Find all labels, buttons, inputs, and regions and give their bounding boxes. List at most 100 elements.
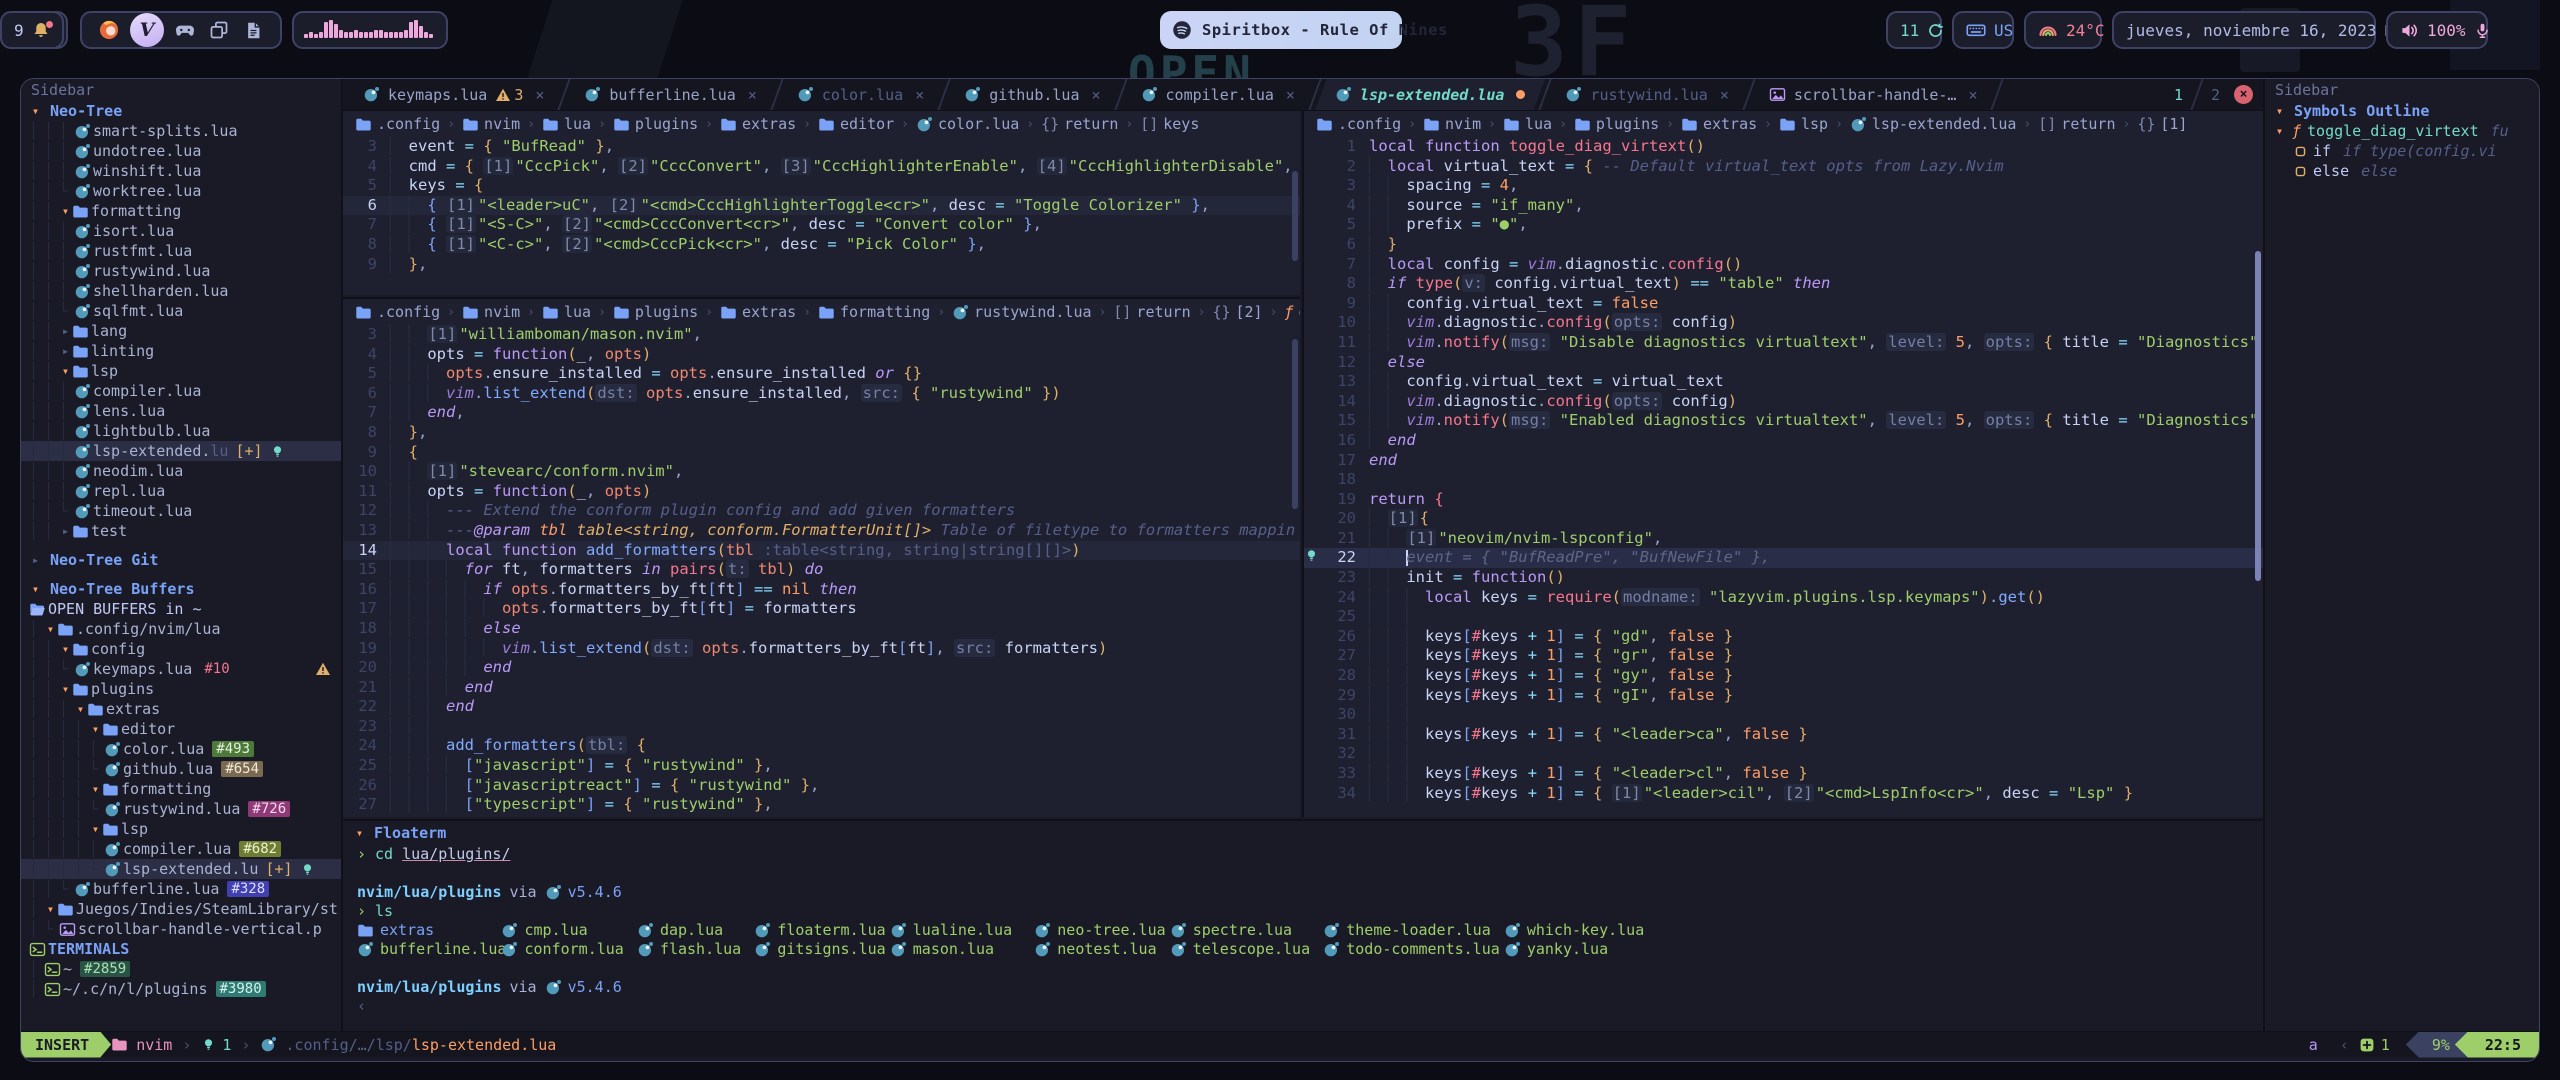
tree-row[interactable]: OPEN BUFFERS in ~ [21, 599, 341, 619]
chevron-down-icon[interactable]: ▾ [59, 204, 72, 218]
tab-lsp-extended-lua[interactable]: lsp-extended.lua [1315, 79, 1546, 110]
tree-row[interactable]: │▾Juegos/Indies/SteamLibrary/st [21, 899, 341, 919]
widget-updates[interactable]: 11 [1886, 11, 1942, 49]
breadcrumb-item[interactable]: formatting [818, 303, 930, 321]
chevron-down-icon[interactable]: ▾ [29, 104, 42, 118]
tree-row[interactable]: │││rustfmt.lua [21, 241, 341, 261]
tab-close-icon[interactable]: × [1968, 86, 1977, 104]
breadcrumb-item[interactable]: nvim [1423, 115, 1481, 133]
tab-close-icon[interactable]: × [1720, 86, 1729, 104]
dock-item-gamepad[interactable] [172, 17, 198, 43]
tree-row[interactable]: │││││compiler.lua#682 [21, 839, 341, 859]
tree-row[interactable]: │││smart-splits.lua [21, 121, 341, 141]
tab-scrollbar-handle-[interactable]: scrollbar-handle-…× [1749, 79, 1998, 110]
widget-audio[interactable]: 100% [2386, 11, 2488, 49]
chevron-right-icon[interactable]: ▸ [29, 553, 42, 567]
chevron-down-icon[interactable]: ▾ [89, 782, 102, 796]
chevron-down-icon[interactable]: ▾ [74, 702, 87, 716]
breadcrumb-item[interactable]: lua [542, 303, 591, 321]
breadcrumb-item[interactable]: []return [1113, 303, 1190, 321]
tree-row[interactable]: │~/.c/n/l/plugins#3980 [21, 979, 341, 999]
tree-row[interactable]: ││▸linting [21, 341, 341, 361]
tree-row[interactable]: ││└sqlfmt.lua [21, 301, 341, 321]
breadcrumb-item[interactable]: editor [818, 115, 894, 133]
outline-row[interactable]: elseelse [2265, 161, 2540, 181]
tab-rustywind-lua[interactable]: rustywind.lua× [1545, 79, 1748, 110]
tree-row[interactable]: ││││└github.lua#654 [21, 759, 341, 779]
tree-row[interactable]: ││└bufferline.lua#328 [21, 879, 341, 899]
chevron-down-icon[interactable]: ▾ [44, 902, 57, 916]
breadcrumb-item[interactable]: nvim [462, 115, 520, 133]
editor-pane-color-lua[interactable]: .config›nvim›lua›plugins›extras›editor›c… [343, 111, 1300, 295]
chevron-down-icon[interactable]: ▾ [2273, 104, 2286, 118]
chevron-down-icon[interactable]: ▾ [89, 722, 102, 736]
tree-row[interactable]: │││▾extras [21, 699, 341, 719]
widget-weather[interactable]: 24°C [2024, 11, 2102, 49]
tree-row[interactable]: ││▾formatting [21, 201, 341, 221]
tab-close-icon[interactable]: × [535, 86, 544, 104]
tab-keymaps-lua[interactable]: keymaps.lua3× [343, 79, 564, 110]
chevron-down-icon[interactable]: ▾ [353, 826, 366, 840]
breadcrumb-item[interactable]: {}return [1041, 115, 1118, 133]
breadcrumb-item[interactable]: plugins [1574, 115, 1659, 133]
chevron-down-icon[interactable]: ▾ [89, 822, 102, 836]
tree-row[interactable]: │~#2859 [21, 959, 341, 979]
tree-row[interactable]: │││repl.lua [21, 481, 341, 501]
breadcrumb-item[interactable]: color.lua [916, 115, 1019, 133]
tree-row[interactable]: ││││└lsp-extended.lu[+] [21, 859, 341, 879]
breadcrumb-item[interactable]: lua [1503, 115, 1552, 133]
chevron-down-icon[interactable]: ▾ [59, 364, 72, 378]
breadcrumb-item[interactable]: []return [2038, 115, 2115, 133]
tree-row[interactable]: ││││▾editor [21, 719, 341, 739]
tree-row[interactable]: ││└worktree.lua [21, 181, 341, 201]
tab-compiler-lua[interactable]: compiler.lua× [1121, 79, 1315, 110]
tab-bufferline-lua[interactable]: bufferline.lua× [564, 79, 776, 110]
dock-item-windows[interactable] [206, 17, 232, 43]
tabpage-current[interactable]: 1 [2174, 86, 2183, 104]
tree-row[interactable]: │││lightbulb.lua [21, 421, 341, 441]
breadcrumb-item[interactable]: plugins [613, 115, 698, 133]
floaterm-terminal[interactable]: ▾Floaterm›cdlua/plugins/nvim/lua/plugins… [343, 819, 2263, 1033]
breadcrumb-item[interactable]: .config [1316, 115, 1401, 133]
section-neo-tree-buffers[interactable]: ▾Neo-Tree Buffers [21, 579, 341, 599]
tree-row[interactable]: │││undotree.lua [21, 141, 341, 161]
tree-row[interactable]: │││││color.lua#493 [21, 739, 341, 759]
tab-github-lua[interactable]: github.lua× [944, 79, 1120, 110]
dock-item-firefox[interactable] [96, 17, 122, 43]
tree-row[interactable]: ││▾plugins [21, 679, 341, 699]
tree-row[interactable]: │││lens.lua [21, 401, 341, 421]
tree-row[interactable]: │└scrollbar-handle-vertical.p [21, 919, 341, 939]
tree-row[interactable]: ││││└rustywind.lua#726 [21, 799, 341, 819]
breadcrumb-item[interactable]: extras [720, 303, 796, 321]
tab-close-icon[interactable]: × [1286, 86, 1295, 104]
breadcrumb-item[interactable]: ƒopts [1284, 303, 1300, 321]
breadcrumb-item[interactable]: .config [355, 115, 440, 133]
breadcrumb-item[interactable]: lsp [1779, 115, 1828, 133]
dock-item-neovim[interactable]: V [130, 13, 164, 47]
tabline-close-button[interactable]: × [2234, 85, 2253, 104]
tree-row[interactable]: │││winshift.lua [21, 161, 341, 181]
tab-close-icon[interactable]: × [748, 86, 757, 104]
music-player-pill[interactable]: Spiritbox - Rule Of Nines [1160, 11, 1402, 49]
tree-row[interactable]: ││││▾formatting [21, 779, 341, 799]
tree-row[interactable]: TERMINALS [21, 939, 341, 959]
tab-color-lua[interactable]: color.lua× [777, 79, 944, 110]
tree-row[interactable]: ││││▾lsp [21, 819, 341, 839]
breadcrumb-item[interactable]: .config [355, 303, 440, 321]
chevron-down-icon[interactable]: ▾ [29, 582, 42, 596]
tree-row[interactable]: │││isort.lua [21, 221, 341, 241]
tree-row[interactable]: │││lsp-extended.lu[+] [21, 441, 341, 461]
chevron-down-icon[interactable]: ▾ [59, 642, 72, 656]
tab-close-icon[interactable]: × [1092, 86, 1101, 104]
chevron-right-icon[interactable]: ▸ [59, 524, 72, 538]
symbols-outline-sidebar[interactable]: Sidebar▾Symbols Outline▾ƒtoggle_diag_vir… [2263, 79, 2540, 1033]
scrollbar-handle[interactable] [2255, 251, 2261, 581]
breadcrumb-item[interactable]: {}[1] [2137, 115, 2187, 133]
tree-row[interactable]: │▾.config/nvim/lua [21, 619, 341, 639]
breadcrumb-item[interactable]: {}[2] [1212, 303, 1262, 321]
outline-row[interactable]: ▾ƒtoggle_diag_virtextfu [2265, 121, 2540, 141]
tree-row[interactable]: ││▾config [21, 639, 341, 659]
tree-row[interactable]: ││▸lang [21, 321, 341, 341]
tree-row[interactable]: ││└timeout.lua [21, 501, 341, 521]
tree-row[interactable]: ││▾lsp [21, 361, 341, 381]
